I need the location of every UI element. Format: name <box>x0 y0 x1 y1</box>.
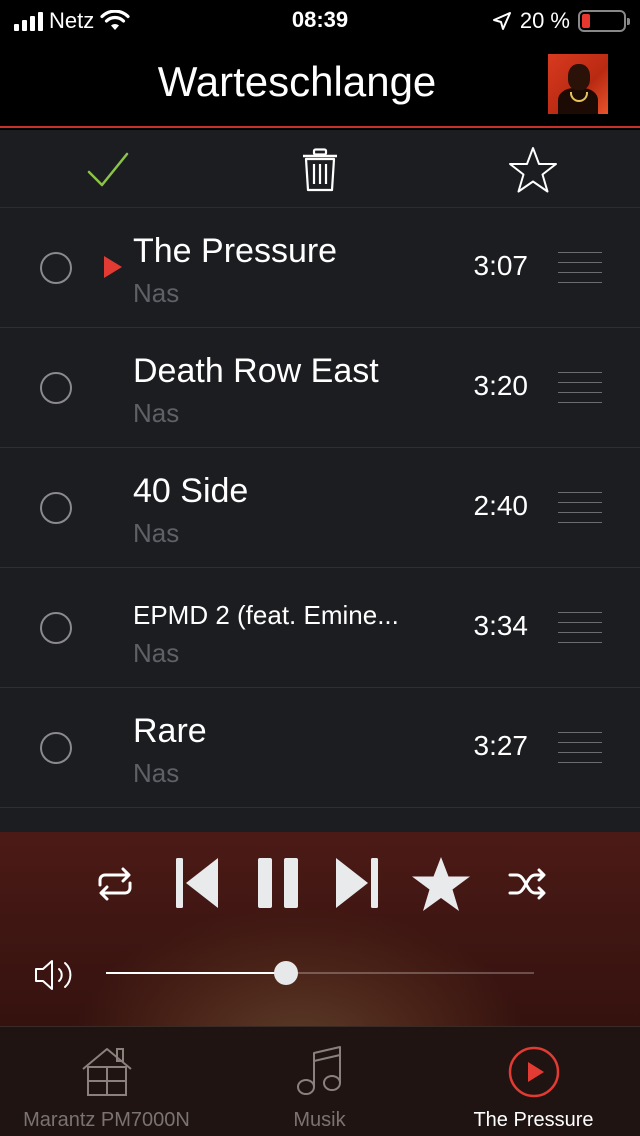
song-artist: Nas <box>133 638 180 668</box>
song-duration: 3:07 <box>473 250 529 281</box>
select-radio[interactable] <box>40 732 72 764</box>
queue-row[interactable]: EPMD 2 (feat. Emine... Nas 3:34 <box>0 568 640 688</box>
album-cover-thumbnail[interactable] <box>548 54 608 114</box>
signal-icon <box>14 11 43 31</box>
tab-musik[interactable]: Musik <box>213 1027 426 1136</box>
player-panel <box>0 832 640 1026</box>
song-duration: 3:34 <box>473 610 529 641</box>
header: Warteschlange <box>0 40 640 128</box>
song-title: EPMD 2 (feat. Emine... <box>133 600 399 630</box>
queue-toolbar <box>0 130 640 208</box>
battery-icon <box>578 10 630 32</box>
song-duration: 2:40 <box>473 490 529 521</box>
drag-handle-icon[interactable] <box>558 372 602 404</box>
repeat-icon[interactable] <box>92 864 138 904</box>
home-icon <box>81 1048 132 1096</box>
queue-list: The Pressure Nas 3:07 Death Row East Nas… <box>0 208 640 832</box>
battery-percent: 20 % <box>519 8 570 33</box>
song-title: 40 Side <box>133 472 249 510</box>
location-arrow-icon <box>492 12 511 30</box>
tab-label: Musik <box>293 1109 346 1131</box>
song-title: Rare <box>133 712 207 750</box>
select-radio[interactable] <box>40 492 72 524</box>
queue-row[interactable]: Death Row East Nas 3:20 <box>0 328 640 448</box>
song-artist: Nas <box>133 278 180 308</box>
trash-icon[interactable] <box>298 148 342 192</box>
select-radio[interactable] <box>40 612 72 644</box>
now-playing-icon <box>104 256 122 278</box>
favorite-star-icon[interactable] <box>410 854 472 914</box>
song-title: The Pressure <box>133 232 338 270</box>
tab-label: The Pressure <box>473 1109 594 1131</box>
song-artist: Nas <box>133 518 180 548</box>
drag-handle-icon[interactable] <box>558 492 602 524</box>
queue-row[interactable]: The Pressure Nas 3:07 <box>0 208 640 328</box>
song-artist: Nas <box>133 758 180 788</box>
select-radio[interactable] <box>40 372 72 404</box>
volume-slider-knob[interactable] <box>273 961 298 985</box>
queue-row[interactable]: Rare Nas 3:27 <box>0 688 640 808</box>
checkmark-icon[interactable] <box>86 148 130 192</box>
tab-now-playing[interactable]: The Pressure <box>427 1027 640 1136</box>
favorite-star-icon[interactable] <box>508 145 558 195</box>
song-duration: 3:27 <box>473 730 529 761</box>
status-right: 20 % <box>492 8 630 34</box>
volume-slider[interactable] <box>106 961 534 985</box>
select-radio[interactable] <box>40 252 72 284</box>
song-title: Death Row East <box>133 352 379 390</box>
music-note-icon <box>296 1046 341 1095</box>
tab-marantz[interactable]: Marantz PM7000N <box>0 1027 213 1136</box>
drag-handle-icon[interactable] <box>558 732 602 764</box>
tab-bar: Marantz PM7000N Musik The Pressure <box>0 1026 640 1136</box>
pause-icon[interactable] <box>256 856 300 910</box>
queue-row[interactable]: 40 Side Nas 2:40 <box>0 448 640 568</box>
song-duration: 3:20 <box>473 370 529 401</box>
song-artist: Nas <box>133 398 180 428</box>
drag-handle-icon[interactable] <box>558 612 602 644</box>
wifi-icon <box>100 10 130 30</box>
status-left: Netz <box>14 8 130 34</box>
volume-slider-fill <box>106 972 286 974</box>
page-title: Warteschlange <box>157 58 437 105</box>
tab-label: Marantz PM7000N <box>23 1109 190 1131</box>
next-icon[interactable] <box>334 856 380 910</box>
play-circle-icon <box>508 1046 559 1098</box>
shuffle-icon[interactable] <box>506 864 550 904</box>
previous-icon[interactable] <box>174 856 220 910</box>
drag-handle-icon[interactable] <box>558 252 602 284</box>
carrier-label: Netz <box>49 8 95 33</box>
status-bar: Netz 08:39 20 % <box>0 0 640 40</box>
volume-icon <box>34 958 80 992</box>
